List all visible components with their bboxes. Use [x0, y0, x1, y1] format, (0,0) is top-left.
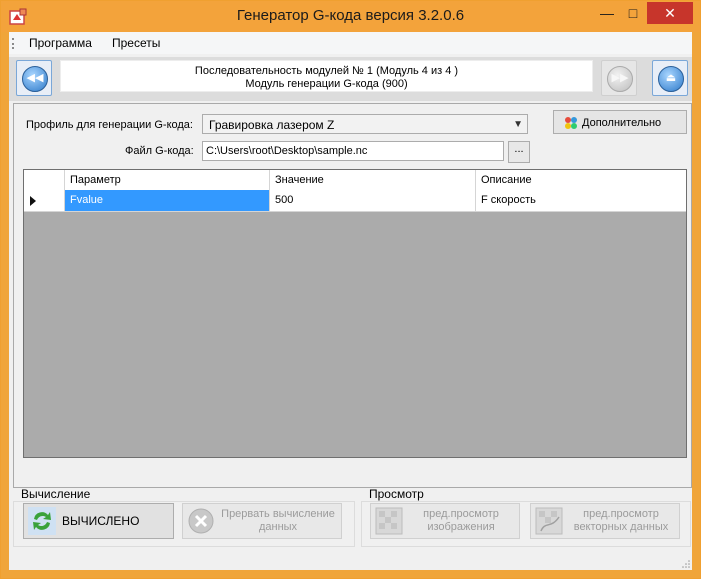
cancel-x-icon [188, 508, 214, 534]
module-navigation-bar: ◀◀ Последовательность модулей № 1 (Модул… [9, 57, 692, 101]
title-bar[interactable]: Генератор G-кода версия 3.2.0.6 — □ ✕ [1, 1, 700, 32]
module-sequence-info: Последовательность модулей № 1 (Модуль 4… [60, 60, 593, 92]
preview-group-label: Просмотр [369, 487, 424, 501]
eject-button[interactable]: ⏏ [652, 60, 688, 96]
cell-value[interactable]: 500 [270, 190, 476, 211]
app-window: Генератор G-кода версия 3.2.0.6 — □ ✕ Пр… [0, 0, 701, 579]
next-module-button[interactable]: ▶▶ [601, 60, 637, 96]
cell-description[interactable]: F скорость [476, 190, 686, 211]
additional-button-label: Дополнительно [582, 117, 662, 129]
fast-forward-icon: ▶▶ [607, 66, 633, 92]
maximize-button[interactable]: □ [620, 2, 646, 24]
vector-preview-button[interactable]: пред.просмотр векторных данных [530, 503, 680, 539]
profile-label: Профиль для генерации G-кода: [26, 119, 193, 131]
close-button[interactable]: ✕ [647, 2, 693, 24]
additional-button[interactable]: Дополнительно [553, 110, 687, 134]
image-preview-label: пред.просмотр изображения [423, 508, 499, 533]
profile-value: Гравировка лазером Z [209, 118, 335, 132]
grid-header: Параметр Значение Описание [24, 170, 686, 191]
menu-program[interactable]: Программа [29, 36, 92, 50]
cell-parameter[interactable]: Fvalue [65, 190, 270, 211]
abort-calculation-button[interactable]: Прервать вычисление данных [182, 503, 342, 539]
calc-group-label: Вычисление [21, 487, 91, 501]
sequence-line-1: Последовательность модулей № 1 (Модуль 4… [194, 65, 459, 77]
previous-module-button[interactable]: ◀◀ [16, 60, 52, 96]
eject-icon: ⏏ [658, 66, 684, 92]
gcode-file-input[interactable]: C:\Users\root\Desktop\sample.nc [202, 141, 504, 161]
vector-preview-label: пред.просмотр векторных данных [573, 508, 669, 533]
current-row-icon [30, 196, 36, 206]
client-area: Программа Пресеты ◀◀ Последовательность … [9, 32, 692, 570]
calculate-button[interactable]: ВЫЧИСЛЕНО [23, 503, 174, 539]
settings-panel: Профиль для генерации G-кода: Гравировка… [13, 103, 692, 488]
rewind-icon: ◀◀ [22, 66, 48, 92]
column-header-value[interactable]: Значение [270, 170, 476, 190]
image-preview-icon [375, 507, 403, 535]
abort-calculation-label: Прервать вычисление данных [221, 508, 335, 533]
options-dots-icon [565, 117, 577, 129]
refresh-arrows-icon [28, 507, 56, 535]
row-selector[interactable] [24, 190, 65, 211]
menu-presets[interactable]: Пресеты [112, 36, 160, 50]
column-header-description[interactable]: Описание [476, 170, 686, 190]
image-preview-button[interactable]: пред.просмотр изображения [370, 503, 520, 539]
minimize-button[interactable]: — [594, 2, 620, 24]
menu-grip[interactable] [12, 38, 16, 49]
grid-corner-header [24, 170, 65, 190]
file-label: Файл G-кода: [125, 145, 194, 157]
parameters-grid: Параметр Значение Описание Fvalue 500 F … [23, 169, 687, 458]
column-header-parameter[interactable]: Параметр [65, 170, 270, 190]
profile-dropdown[interactable]: Гравировка лазером Z ▼ [202, 114, 528, 134]
menu-bar: Программа Пресеты [9, 32, 692, 54]
browse-button[interactable]: ... [508, 141, 530, 163]
resize-grip-icon[interactable] [682, 560, 690, 568]
vector-preview-icon [535, 507, 563, 535]
sequence-line-2: Модуль генерации G-кода (900) [245, 78, 408, 90]
table-row[interactable]: Fvalue 500 F скорость [24, 190, 686, 212]
chevron-down-icon: ▼ [513, 119, 523, 130]
calculate-button-label: ВЫЧИСЛЕНО [62, 513, 140, 528]
